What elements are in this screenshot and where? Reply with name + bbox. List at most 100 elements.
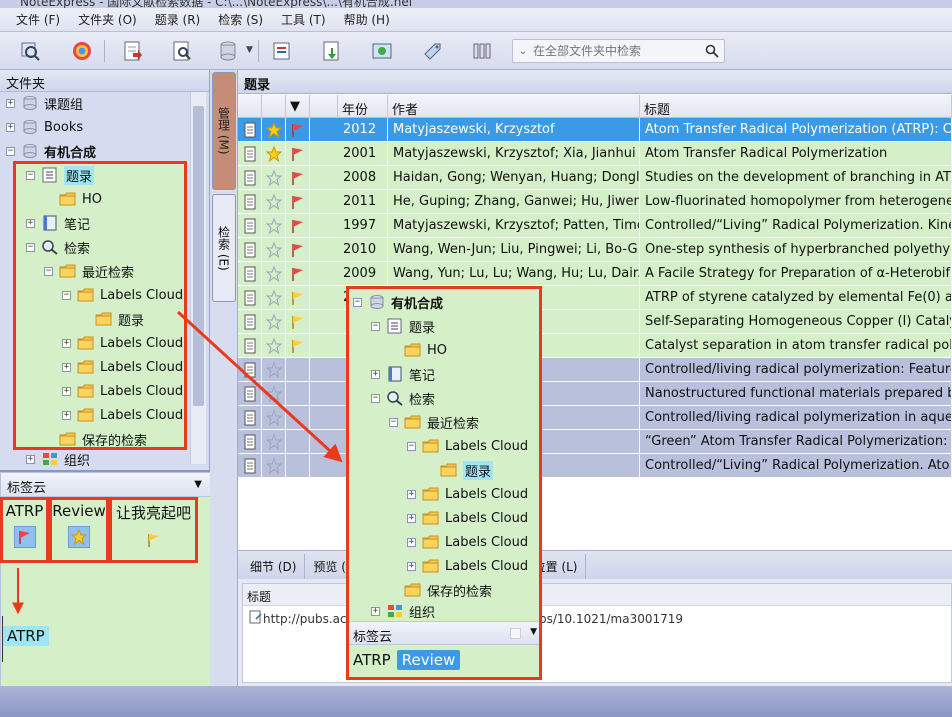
- tag-light-me-up[interactable]: 让我亮起吧: [109, 497, 198, 563]
- database-icon[interactable]: [214, 38, 242, 64]
- tag-atrp[interactable]: ATRP: [0, 497, 49, 563]
- expand-icon[interactable]: +: [26, 454, 35, 464]
- document-icon[interactable]: [238, 262, 262, 286]
- flag-icon[interactable]: [286, 118, 310, 142]
- tree-item[interactable]: + Labels Cloud: [62, 332, 183, 354]
- tag-review[interactable]: Review: [49, 497, 109, 563]
- flag-icon[interactable]: [286, 358, 310, 382]
- collapse-icon[interactable]: −: [407, 441, 416, 451]
- collapse-icon[interactable]: −: [26, 242, 35, 252]
- star-icon[interactable]: [262, 118, 286, 142]
- chevron-down-icon[interactable]: ⌄: [513, 46, 533, 57]
- document-icon[interactable]: [238, 286, 262, 310]
- table-row[interactable]: 2008 Haidan, Gong; Wenyan, Huang; Dongl..…: [238, 166, 952, 190]
- flag-icon[interactable]: [286, 406, 310, 430]
- column-title[interactable]: 标题: [640, 95, 952, 118]
- expand-icon[interactable]: +: [26, 218, 35, 228]
- document-icon[interactable]: [238, 382, 262, 406]
- zoom-tree-item[interactable]: − 最近检索: [389, 411, 479, 433]
- options-icon[interactable]: [468, 38, 496, 64]
- menu-file[interactable]: 文件 (F): [16, 11, 60, 28]
- document-icon[interactable]: [238, 166, 262, 190]
- zoom-tree-item[interactable]: + Labels Cloud: [407, 507, 528, 529]
- star-icon[interactable]: [262, 142, 286, 166]
- column-year[interactable]: 年份: [338, 95, 388, 118]
- zoom-tree-item[interactable]: + 笔记: [371, 363, 435, 385]
- tag-icon[interactable]: [418, 38, 446, 64]
- expand-icon[interactable]: +: [62, 362, 71, 372]
- find-fulltext-icon[interactable]: [168, 38, 196, 64]
- document-icon[interactable]: [238, 190, 262, 214]
- flag-icon[interactable]: [286, 334, 310, 358]
- folders-scrollbar[interactable]: [190, 92, 206, 464]
- star-icon[interactable]: [262, 190, 286, 214]
- search-icon[interactable]: [700, 44, 724, 58]
- tree-item[interactable]: 题录: [80, 308, 144, 330]
- flag-icon[interactable]: [286, 454, 310, 478]
- download-icon[interactable]: [318, 38, 346, 64]
- document-icon[interactable]: [238, 118, 262, 142]
- collapse-icon[interactable]: −: [353, 297, 362, 307]
- expand-icon[interactable]: +: [62, 410, 71, 420]
- flag-icon[interactable]: [286, 310, 310, 334]
- table-row[interactable]: 2012 Matyjaszewski, Krzysztof Atom Transfe…: [238, 118, 952, 142]
- expand-icon[interactable]: +: [371, 369, 380, 379]
- star-icon[interactable]: [262, 214, 286, 238]
- search-online-icon[interactable]: [16, 38, 44, 64]
- expand-icon[interactable]: +: [6, 122, 15, 132]
- checkbox[interactable]: [510, 628, 521, 639]
- collapse-icon[interactable]: −: [6, 146, 15, 156]
- chevron-down-icon[interactable]: ▼: [286, 95, 310, 118]
- zoom-tree-item[interactable]: 题录: [425, 459, 494, 481]
- star-icon[interactable]: [262, 382, 286, 406]
- tab-search[interactable]: 检索 (E): [212, 194, 236, 302]
- star-icon[interactable]: [262, 262, 286, 286]
- star-icon[interactable]: [262, 358, 286, 382]
- menu-help[interactable]: 帮助 (H): [344, 11, 390, 28]
- expand-icon[interactable]: +: [371, 606, 380, 616]
- document-icon[interactable]: [238, 430, 262, 454]
- flag-icon[interactable]: [286, 214, 310, 238]
- expand-icon[interactable]: +: [407, 513, 416, 523]
- zoom-tree-item[interactable]: − 有机合成: [353, 291, 443, 313]
- zoom-tag-review[interactable]: Review: [396, 650, 461, 670]
- table-row[interactable]: 2009 Wang, Yun; Lu, Lu; Wang, Hu; Lu, Dai…: [238, 262, 952, 286]
- flag-icon[interactable]: [286, 430, 310, 454]
- zoom-tree-item[interactable]: + 组织: [371, 603, 435, 619]
- filtered-tag[interactable]: ATRP: [3, 626, 49, 646]
- document-icon[interactable]: [238, 406, 262, 430]
- zoom-tree-item[interactable]: + Labels Cloud: [407, 483, 528, 505]
- zoom-tree-item[interactable]: + Labels Cloud: [407, 555, 528, 577]
- tree-item[interactable]: − 最近检索: [44, 260, 134, 282]
- tree-item[interactable]: + 笔记: [26, 212, 90, 234]
- star-icon[interactable]: [262, 310, 286, 334]
- tree-item[interactable]: + 组织: [26, 452, 90, 466]
- collapse-icon[interactable]: −: [26, 170, 35, 180]
- folder-item[interactable]: + Books: [6, 116, 83, 138]
- search-field[interactable]: ⌄: [512, 39, 725, 63]
- zoom-tree-item[interactable]: 保存的检索: [389, 579, 492, 601]
- tree-item[interactable]: − 检索: [26, 236, 90, 258]
- document-icon[interactable]: [238, 358, 262, 382]
- flag-icon[interactable]: [286, 166, 310, 190]
- table-row[interactable]: 1997 Matyjaszewski, Krzysztof; Patten, Ti…: [238, 214, 952, 238]
- document-icon[interactable]: [238, 334, 262, 358]
- table-row[interactable]: 2001 Matyjaszewski, Krzysztof; Xia, Jianh…: [238, 142, 952, 166]
- collapse-icon[interactable]: −: [371, 321, 380, 331]
- flag-icon[interactable]: [286, 262, 310, 286]
- expand-icon[interactable]: +: [407, 489, 416, 499]
- column-author[interactable]: 作者: [388, 95, 640, 118]
- tree-item[interactable]: − 题录: [26, 164, 95, 186]
- document-icon[interactable]: [238, 454, 262, 478]
- table-row[interactable]: 2011 He, Guping; Zhang, Ganwei; Hu, Jiwen…: [238, 190, 952, 214]
- expand-icon[interactable]: +: [407, 561, 416, 571]
- flag-icon[interactable]: [286, 286, 310, 310]
- flag-icon[interactable]: [286, 382, 310, 406]
- folder-item[interactable]: − 有机合成: [6, 140, 96, 162]
- flag-icon[interactable]: [286, 190, 310, 214]
- tree-item[interactable]: HO: [44, 188, 102, 210]
- document-icon[interactable]: [238, 214, 262, 238]
- menu-records[interactable]: 题录 (R): [155, 11, 201, 28]
- star-icon[interactable]: [262, 238, 286, 262]
- star-icon[interactable]: [262, 334, 286, 358]
